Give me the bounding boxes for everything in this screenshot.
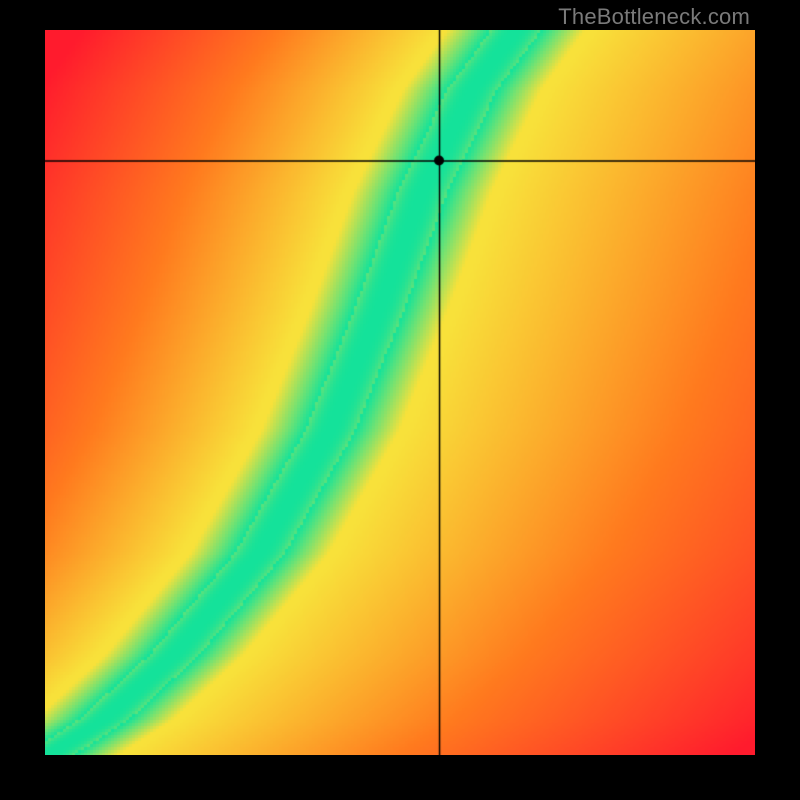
crosshair-overlay (45, 30, 755, 755)
chart-container: TheBottleneck.com (0, 0, 800, 800)
watermark-text: TheBottleneck.com (558, 4, 750, 30)
